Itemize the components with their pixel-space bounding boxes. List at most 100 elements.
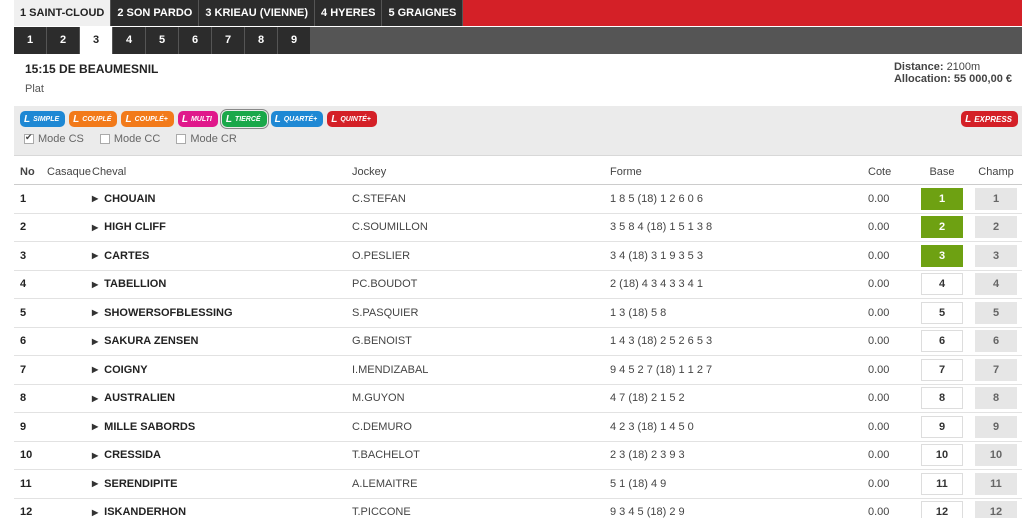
mode-checkbox[interactable] — [99, 134, 110, 144]
tab-reunion-1[interactable]: 1 SAINT-CLOUD — [14, 0, 112, 26]
bet-type-4-button[interactable]: L MULTI — [177, 111, 218, 127]
tab-course-6[interactable]: 6 — [179, 27, 212, 54]
tab-course-9[interactable]: 9 — [278, 27, 311, 54]
champ-select-button[interactable]: 1 — [975, 187, 1017, 210]
mode-option[interactable]: Mode CR — [176, 133, 237, 145]
horse-name-cell[interactable]: ▶ CHOUAIN — [92, 185, 156, 213]
expand-arrow-icon[interactable]: ▶ — [92, 422, 98, 431]
champ-select-button[interactable]: 5 — [975, 301, 1017, 324]
bet-type-5-button[interactable]: L TIERCÉ — [219, 109, 269, 129]
champ-select-button[interactable]: 7 — [975, 358, 1017, 381]
champ-select-button[interactable]: 12 — [975, 501, 1017, 518]
bet-type-2-button[interactable]: L COUPLÉ — [69, 111, 118, 127]
champ-select-button[interactable]: 9 — [975, 415, 1017, 438]
horse-name-cell[interactable]: ▶ COIGNY — [92, 356, 148, 384]
expand-arrow-icon[interactable]: ▶ — [92, 337, 98, 346]
tab-course-8[interactable]: 8 — [245, 27, 278, 54]
tab-reunion-2[interactable]: 2 SON PARDO — [111, 0, 200, 26]
base-select-button[interactable]: 2 — [921, 216, 963, 239]
mode-checkbox[interactable] — [24, 132, 34, 144]
tab-course-7[interactable]: 7 — [212, 27, 245, 54]
jockey-name: T.PICCONE — [352, 506, 411, 518]
tab-course-1[interactable]: 1 — [14, 27, 47, 54]
expand-arrow-icon[interactable]: ▶ — [92, 251, 98, 260]
expand-arrow-icon[interactable]: ▶ — [92, 280, 98, 289]
horse-name-cell[interactable]: ▶ MILLE SABORDS — [92, 413, 195, 441]
horse-name-cell[interactable]: ▶ AUSTRALIEN — [92, 385, 175, 413]
champ-select-button[interactable]: 2 — [975, 216, 1017, 239]
expand-arrow-icon[interactable]: ▶ — [92, 508, 98, 517]
champ-select-button[interactable]: 4 — [975, 273, 1017, 296]
base-select-button[interactable]: 10 — [921, 444, 963, 467]
base-select-button[interactable]: 6 — [921, 330, 963, 353]
tab-reunion-5[interactable]: 5 GRAIGNES — [382, 0, 464, 26]
expand-arrow-icon[interactable]: ▶ — [92, 394, 98, 403]
tab-course-4[interactable]: 4 — [113, 27, 146, 54]
odds-value: 0.00 — [868, 278, 890, 291]
horse-name: SAKURA ZENSEN — [104, 335, 199, 348]
base-cell: 6 — [920, 328, 964, 356]
horse-name: SHOWERSOFBLESSING — [104, 306, 233, 319]
express-button[interactable]: L EXPRESS — [961, 111, 1018, 127]
odds-value: 0.00 — [868, 249, 890, 262]
tab-course-3[interactable]: 3 — [80, 27, 113, 54]
tab-course-5[interactable]: 5 — [146, 27, 179, 54]
expand-arrow-icon[interactable]: ▶ — [92, 223, 98, 232]
bet-type-7-button[interactable]: L QUINTÉ+ — [327, 111, 377, 127]
expand-arrow-icon[interactable]: ▶ — [92, 194, 98, 203]
base-select-button[interactable]: 3 — [921, 244, 963, 267]
expand-arrow-icon[interactable]: ▶ — [92, 451, 98, 460]
base-cell: 5 — [920, 299, 964, 327]
champ-select-button[interactable]: 10 — [975, 444, 1017, 467]
base-select-button[interactable]: 8 — [921, 387, 963, 410]
expand-arrow-icon[interactable]: ▶ — [92, 479, 98, 488]
base-select-button[interactable]: 5 — [921, 301, 963, 324]
mode-options: Mode CS Mode CC Mode CR — [24, 132, 237, 145]
odds-value: 0.00 — [868, 335, 890, 348]
mode-option[interactable]: Mode CS — [24, 132, 84, 145]
mode-option[interactable]: Mode CC — [99, 133, 160, 145]
champ-select-button[interactable]: 8 — [975, 387, 1017, 410]
horse-name-cell[interactable]: ▶ CRESSIDA — [92, 442, 161, 470]
champ-cell: 11 — [974, 470, 1018, 498]
odds-value: 0.00 — [868, 477, 890, 490]
base-cell: 11 — [920, 470, 964, 498]
champ-select-button[interactable]: 6 — [975, 330, 1017, 353]
mode-checkbox[interactable] — [176, 134, 187, 144]
horse-name-cell[interactable]: ▶ SAKURA ZENSEN — [92, 328, 198, 356]
allocation-value: 55 000,00 € — [953, 73, 1012, 85]
champ-select-button[interactable]: 3 — [975, 244, 1017, 267]
horse-name-cell[interactable]: ▶ SHOWERSOFBLESSING — [92, 299, 233, 327]
bet-type-6-button[interactable]: L QUARTÉ+ — [270, 111, 324, 127]
bet-type-3-button[interactable]: L COUPLÉ+ — [121, 111, 174, 127]
header-no: No — [20, 166, 35, 178]
base-select-button[interactable]: 7 — [921, 358, 963, 381]
course-tabs: 123456789 — [14, 27, 1022, 54]
tab-reunion-3[interactable]: 3 KRIEAU (VIENNE) — [199, 0, 316, 26]
horse-name-cell[interactable]: ▶ TABELLION — [92, 271, 166, 299]
base-select-button[interactable]: 12 — [921, 501, 963, 518]
base-cell: 12 — [920, 499, 964, 518]
header-cheval: Cheval — [92, 166, 127, 178]
horse-name-cell[interactable]: ▶ CARTES — [92, 242, 149, 270]
expand-arrow-icon[interactable]: ▶ — [92, 365, 98, 374]
base-cell: 7 — [920, 356, 964, 384]
base-select-button[interactable]: 11 — [921, 472, 963, 495]
base-select-button[interactable]: 9 — [921, 415, 963, 438]
base-select-button[interactable]: 1 — [921, 187, 963, 210]
horse-name: ISKANDERHON — [104, 506, 187, 518]
race-info: Distance: 2100m Allocation: 55 000,00 € — [894, 61, 1012, 85]
bet-logo-icon: L — [73, 113, 80, 125]
horse-name-cell[interactable]: ▶ ISKANDERHON — [92, 499, 186, 518]
horse-form: 4 7 (18) 2 1 5 2 — [610, 392, 685, 405]
jockey-name: PC.BOUDOT — [352, 278, 418, 291]
tab-reunion-4[interactable]: 4 HYERES — [315, 0, 383, 26]
expand-arrow-icon[interactable]: ▶ — [92, 308, 98, 317]
champ-select-button[interactable]: 11 — [975, 472, 1017, 495]
bet-type-1-button[interactable]: L SIMPLE — [20, 111, 66, 127]
horse-name-cell[interactable]: ▶ SERENDIPITE — [92, 470, 178, 498]
base-select-button[interactable]: 4 — [921, 273, 963, 296]
base-cell: 10 — [920, 442, 964, 470]
horse-name-cell[interactable]: ▶ HIGH CLIFF — [92, 214, 166, 242]
tab-course-2[interactable]: 2 — [47, 27, 80, 54]
